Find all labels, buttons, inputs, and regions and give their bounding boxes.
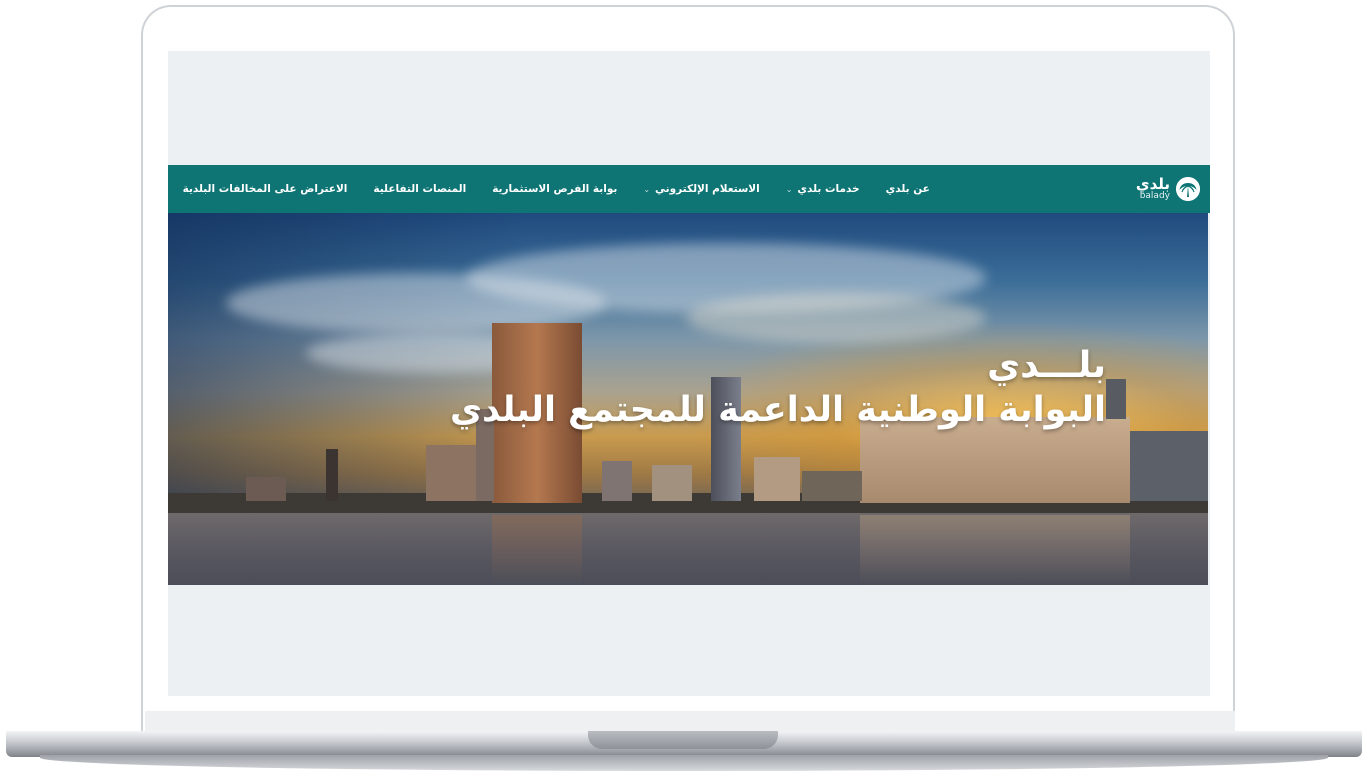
hero-reflection <box>860 515 1130 585</box>
hero-building <box>652 465 692 501</box>
site-logo[interactable]: بلدي balady <box>1136 177 1200 201</box>
nav-item-interactive-platforms[interactable]: المنصات التفاعلية <box>373 183 466 195</box>
nav-item-label: خدمات بلدي <box>797 183 860 195</box>
nav-menu: عن بلدي خدمات بلدي ⌄ الاستعلام الإلكترون… <box>183 183 930 195</box>
nav-item-label: بوابة الفرص الاستثمارية <box>492 183 618 195</box>
laptop-base-lip <box>40 755 1328 771</box>
laptop-notch <box>588 731 778 749</box>
logo-arabic-text: بلدي <box>1135 175 1170 193</box>
nav-item-balady-services[interactable]: خدمات بلدي ⌄ <box>786 183 860 195</box>
hero-building <box>602 461 632 501</box>
hero-subtitle: البوابة الوطنية الداعمة للمجتمع البلدي <box>449 390 1106 431</box>
hero-building <box>754 457 800 501</box>
main-navbar: بلدي balady عن بلدي خدمات بلدي ⌄ الاستعل… <box>168 165 1210 213</box>
hero-reflection <box>492 515 582 585</box>
browser-viewport: بلدي balady عن بلدي خدمات بلدي ⌄ الاستعل… <box>168 51 1210 696</box>
hero-title: بلـــدي <box>987 345 1106 386</box>
nav-item-about-balady[interactable]: عن بلدي <box>886 183 930 195</box>
nav-item-label: الاستعلام الإلكتروني <box>655 183 760 195</box>
nav-item-violations-objection[interactable]: الاعتراض على المخالفات البلدية <box>183 183 348 195</box>
laptop-bezel-bottom <box>145 711 1235 733</box>
nav-item-label: المنصات التفاعلية <box>373 183 467 195</box>
nav-item-investment-portal[interactable]: بوابة الفرص الاستثمارية <box>492 183 617 195</box>
hero-cloud <box>686 293 986 343</box>
hero-building <box>326 449 338 501</box>
hero-building <box>1130 431 1208 501</box>
nav-item-label: عن بلدي <box>885 183 930 195</box>
logo-english-text: balady <box>1139 191 1170 201</box>
nav-item-label: الاعتراض على المخالفات البلدية <box>182 183 348 195</box>
palm-emblem-icon <box>1176 177 1200 201</box>
hero-building <box>802 471 862 501</box>
nav-item-electronic-inquiry[interactable]: الاستعلام الإلكتروني ⌄ <box>643 183 759 195</box>
logo-wordmark: بلدي balady <box>1136 177 1170 201</box>
chevron-down-icon: ⌄ <box>785 184 793 194</box>
hero-banner: بلـــدي البوابة الوطنية الداعمة للمجتمع … <box>168 213 1208 585</box>
chevron-down-icon: ⌄ <box>643 184 651 194</box>
hero-building <box>1106 379 1126 419</box>
hero-building <box>246 477 286 501</box>
hero-heading-group: بلـــدي البوابة الوطنية الداعمة للمجتمع … <box>450 345 1106 431</box>
